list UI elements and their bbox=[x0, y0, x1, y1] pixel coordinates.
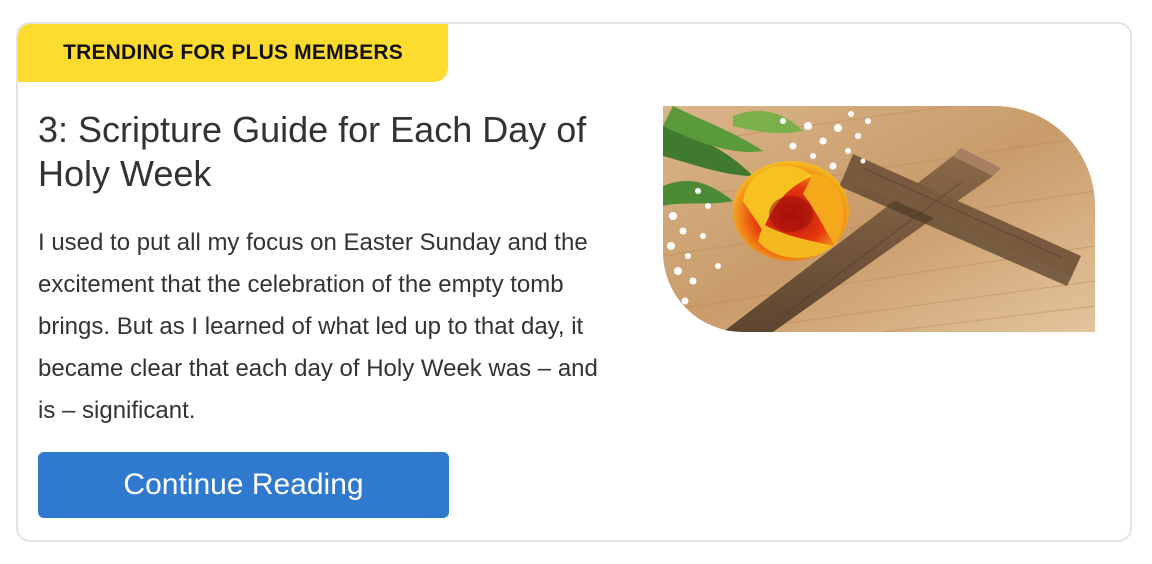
continue-reading-button[interactable]: Continue Reading bbox=[38, 452, 449, 518]
tulip bbox=[733, 161, 849, 261]
article-title[interactable]: 3: Scripture Guide for Each Day of Holy … bbox=[38, 108, 618, 196]
cross-tulip-illustration bbox=[663, 106, 1095, 332]
article-excerpt: I used to put all my focus on Easter Sun… bbox=[38, 229, 598, 424]
trending-badge: TRENDING FOR PLUS MEMBERS bbox=[18, 24, 448, 82]
article-image[interactable] bbox=[663, 106, 1095, 332]
article-card: TRENDING FOR PLUS MEMBERS 3: Scripture G… bbox=[16, 22, 1132, 542]
